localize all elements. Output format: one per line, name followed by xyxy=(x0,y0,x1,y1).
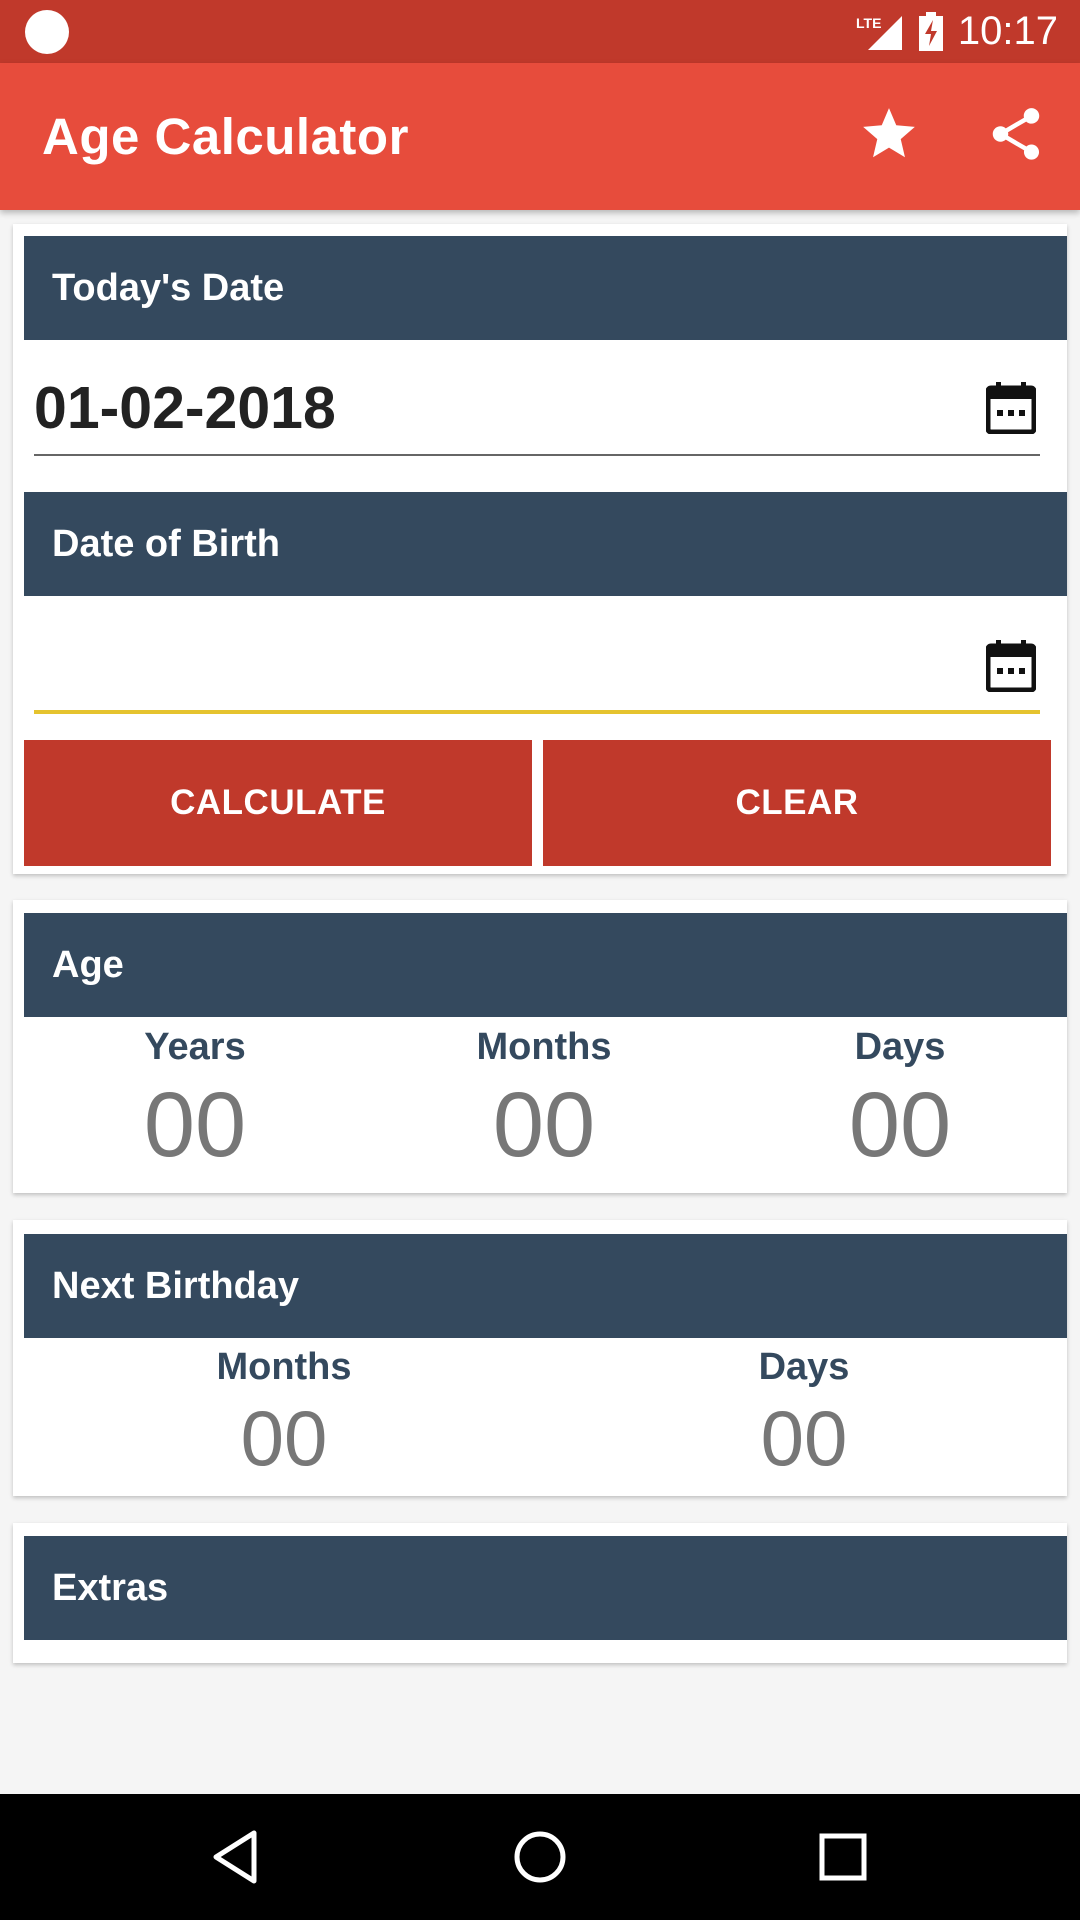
age-months: Months 00 xyxy=(366,1026,722,1171)
days-value: 00 xyxy=(848,1074,952,1176)
nb-days-value: 00 xyxy=(760,1394,848,1482)
status-bar: LTE 10:17 xyxy=(0,0,1080,63)
nb-months-value: 00 xyxy=(240,1394,328,1482)
extras-header-label: Extras xyxy=(52,1566,169,1609)
months-label: Months xyxy=(476,1026,612,1068)
nb-days-label: Days xyxy=(758,1346,850,1388)
extras-header: Extras xyxy=(24,1536,1067,1640)
age-card: Age Years 00 Months 00 Days 00 xyxy=(13,900,1067,1193)
dob-header-label: Date of Birth xyxy=(52,522,280,565)
share-icon[interactable] xyxy=(985,103,1047,165)
star-icon[interactable] xyxy=(858,103,920,165)
todays-date-field[interactable]: 01-02-2018 xyxy=(34,374,1040,456)
back-icon[interactable] xyxy=(208,1827,268,1887)
years-label: Years xyxy=(144,1026,246,1068)
lte-signal-icon: LTE xyxy=(854,12,904,52)
notification-dot-icon xyxy=(25,10,69,54)
calendar-icon[interactable] xyxy=(985,382,1037,435)
next-birthday-months: Months 00 xyxy=(24,1346,544,1477)
calculate-button-label: CALCULATE xyxy=(170,783,386,822)
status-time: 10:17 xyxy=(957,9,1058,53)
todays-date-header: Today's Date xyxy=(24,236,1067,340)
dob-header: Date of Birth xyxy=(24,492,1067,596)
next-birthday-days: Days 00 xyxy=(544,1346,1064,1477)
dob-underline xyxy=(34,710,1040,714)
next-birthday-card: Next Birthday Months 00 Days 00 xyxy=(13,1220,1067,1496)
app-title: Age Calculator xyxy=(42,108,409,165)
next-birthday-header-label: Next Birthday xyxy=(52,1264,300,1307)
home-icon[interactable] xyxy=(510,1827,570,1887)
months-value: 00 xyxy=(492,1074,596,1176)
navigation-bar xyxy=(0,1794,1080,1920)
age-years: Years 00 xyxy=(24,1026,366,1171)
age-header-label: Age xyxy=(52,943,124,986)
clear-button-label: CLEAR xyxy=(735,783,859,822)
app-bar: Age Calculator xyxy=(0,63,1080,210)
age-days: Days 00 xyxy=(722,1026,1078,1171)
input-card: Today's Date 01-02-2018 Date of Birth CA… xyxy=(13,224,1067,874)
nb-months-label: Months xyxy=(216,1346,352,1388)
age-header: Age xyxy=(24,913,1067,1017)
calendar-icon[interactable] xyxy=(985,640,1037,693)
todays-date-header-label: Today's Date xyxy=(52,266,285,309)
calculate-button[interactable]: CALCULATE xyxy=(24,740,532,866)
extras-card: Extras xyxy=(13,1523,1067,1663)
dob-field[interactable] xyxy=(34,632,1040,714)
next-birthday-header: Next Birthday xyxy=(24,1234,1067,1338)
todays-date-value: 01-02-2018 xyxy=(34,375,336,441)
recents-icon[interactable] xyxy=(813,1827,873,1887)
battery-charging-icon xyxy=(918,11,944,52)
years-value: 00 xyxy=(143,1074,247,1176)
lte-label: LTE xyxy=(856,15,881,31)
todays-date-underline xyxy=(34,454,1040,456)
days-label: Days xyxy=(854,1026,946,1068)
clear-button[interactable]: CLEAR xyxy=(543,740,1051,866)
